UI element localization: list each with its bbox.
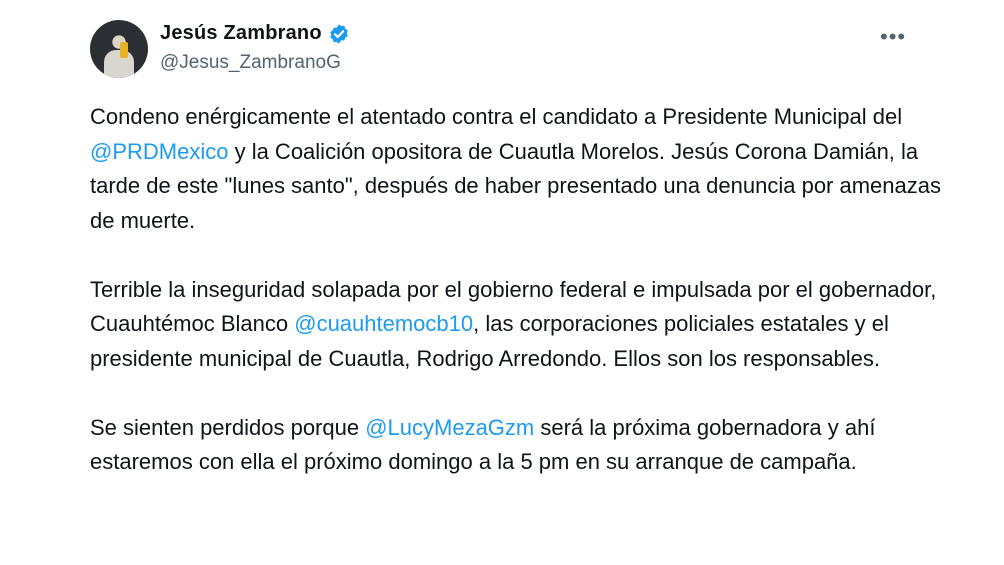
tweet-paragraph-3: Se sienten perdidos porque @LucyMezaGzm … <box>90 411 970 480</box>
mention-link[interactable]: @cuauhtemocb10 <box>294 311 473 336</box>
verified-badge-icon <box>330 23 348 44</box>
mention-link[interactable]: @PRDMexico <box>90 139 228 164</box>
author-handle[interactable]: @Jesus_ZambranoG <box>160 52 341 74</box>
avatar-figure <box>104 50 134 78</box>
paragraph-text: Se sienten perdidos porque <box>90 414 366 440</box>
avatar-accent <box>120 42 128 58</box>
tweet-text: Condeno enérgicamente el atentado contra… <box>90 100 970 480</box>
author-name-row: Jesús Zambrano <box>160 22 350 45</box>
tweet-paragraph-1: Condeno enérgicamente el atentado contra… <box>90 100 970 238</box>
tweet-paragraph-2: Terrible la inseguridad solapada por el … <box>90 273 970 377</box>
author-display-name[interactable]: Jesús Zambrano <box>160 22 322 45</box>
paragraph-text: Condeno enérgicamente el atentado contra… <box>90 104 903 129</box>
more-horizontal-icon[interactable]: ••• <box>880 24 906 50</box>
avatar[interactable] <box>90 20 148 78</box>
tweet-card: Jesús Zambrano @Jesus_ZambranoG ••• Cond… <box>0 0 1004 565</box>
mention-link[interactable]: @LucyMezaGzm <box>365 415 534 440</box>
